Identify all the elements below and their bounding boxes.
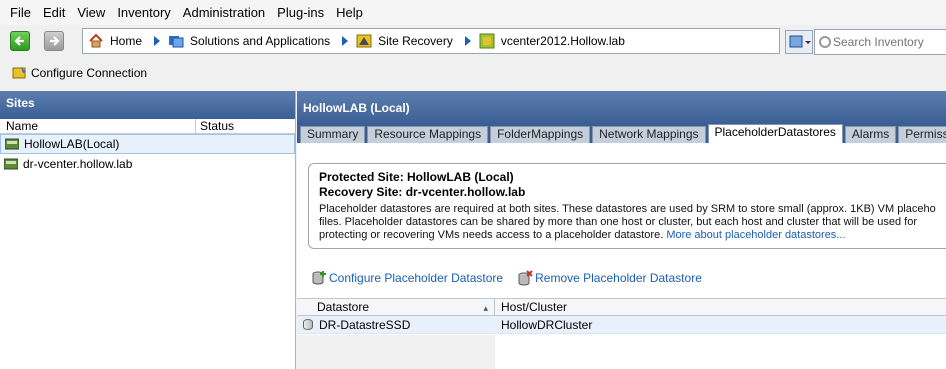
main-panel: HollowLAB (Local) Summary Resource Mappi… (297, 91, 946, 369)
solutions-icon (169, 36, 184, 48)
view-options-button[interactable] (785, 30, 813, 54)
breadcrumb-vcenter[interactable]: vcenter2012.Hollow.lab (453, 33, 625, 49)
tab-resource-mappings[interactable]: Resource Mappings (367, 126, 489, 143)
site-row-hollowlab[interactable]: HollowLAB(Local) (0, 134, 295, 154)
protected-site-label: Protected Site: HollowLAB (Local) (319, 170, 514, 184)
column-status[interactable]: Status (196, 119, 234, 133)
remove-datastore-icon (518, 270, 533, 286)
column-name[interactable]: Name (0, 119, 196, 133)
search-box (814, 29, 946, 55)
view-grid-icon (789, 35, 811, 48)
sites-panel: Sites Name Status HollowLAB(Local) dr-vc… (0, 91, 296, 369)
datastore-icon (303, 319, 313, 330)
configure-connection-button[interactable]: Configure Connection (12, 65, 147, 81)
breadcrumb-home[interactable]: Home (88, 33, 142, 49)
sites-column-header: Name Status (0, 119, 295, 134)
navigation-bar: Home Solutions and Applications Site Rec… (0, 26, 946, 58)
search-input[interactable] (831, 35, 946, 49)
back-button[interactable] (10, 31, 30, 51)
menu-view[interactable]: View (71, 0, 111, 25)
site-row-dr-vcenter[interactable]: dr-vcenter.hollow.lab (0, 154, 295, 174)
menu-file[interactable]: File (4, 0, 37, 25)
breadcrumb-separator-icon (464, 36, 471, 46)
configure-placeholder-datastore-button[interactable]: Configure Placeholder Datastore (311, 270, 503, 286)
menu-plugins[interactable]: Plug-ins (271, 0, 330, 25)
add-datastore-icon (312, 271, 326, 285)
menu-bar: File Edit View Inventory Administration … (0, 0, 946, 25)
arrow-left-icon (14, 36, 24, 46)
tab-summary[interactable]: Summary (300, 126, 366, 143)
placeholder-description: Placeholder datastores are required at b… (319, 203, 936, 241)
home-icon (89, 33, 103, 48)
column-datastore[interactable]: Datastore ▴ (297, 299, 495, 315)
toolbar: Configure Connection (0, 60, 946, 86)
menu-help[interactable]: Help (330, 0, 369, 25)
recovery-site-label: Recovery Site: dr-vcenter.hollow.lab (319, 185, 526, 199)
site-info-box: Protected Site: HollowLAB (Local) Recove… (308, 163, 946, 249)
tab-alarms[interactable]: Alarms (844, 126, 897, 143)
forward-button[interactable] (44, 31, 64, 51)
table-empty-area (297, 335, 495, 369)
menu-inventory[interactable]: Inventory (111, 0, 176, 25)
search-icon (819, 36, 831, 48)
tab-placeholder-datastores[interactable]: PlaceholderDatastores (707, 124, 843, 143)
tab-strip: Summary Resource Mappings FolderMappings… (297, 123, 946, 143)
arrow-right-icon (50, 36, 60, 46)
tab-folder-mappings[interactable]: FolderMappings (490, 126, 591, 143)
menu-administration[interactable]: Administration (177, 0, 271, 25)
configure-connection-icon (12, 67, 26, 79)
more-about-placeholder-link[interactable]: More about placeholder datastores... (666, 229, 845, 241)
datastore-actions: Configure Placeholder Datastore Remove P… (311, 270, 716, 286)
tab-permissions[interactable]: Permissions (898, 126, 946, 143)
site-icon (4, 158, 18, 170)
remove-placeholder-datastore-button[interactable]: Remove Placeholder Datastore (517, 270, 702, 286)
breadcrumb-site-recovery[interactable]: Site Recovery (330, 33, 453, 49)
column-host-cluster[interactable]: Host/Cluster (495, 299, 567, 315)
site-icon (5, 138, 19, 150)
breadcrumb: Home Solutions and Applications Site Rec… (82, 28, 780, 54)
tab-network-mappings[interactable]: Network Mappings (592, 126, 706, 143)
vcenter-icon (479, 33, 495, 49)
table-header: Datastore ▴ Host/Cluster (297, 298, 946, 316)
breadcrumb-separator-icon (154, 36, 161, 46)
menu-edit[interactable]: Edit (37, 0, 71, 25)
breadcrumb-separator-icon (342, 36, 349, 46)
sites-panel-title: Sites (0, 91, 295, 119)
page-title: HollowLAB (Local) (297, 91, 946, 125)
table-row[interactable]: DR-DatastreSSD HollowDRCluster (297, 316, 946, 334)
breadcrumb-solutions[interactable]: Solutions and Applications (142, 33, 330, 49)
placeholder-datastore-table: Datastore ▴ Host/Cluster DR-DatastreSSD H… (297, 298, 946, 369)
site-recovery-icon (356, 34, 372, 48)
sort-ascending-icon: ▴ (483, 303, 488, 313)
